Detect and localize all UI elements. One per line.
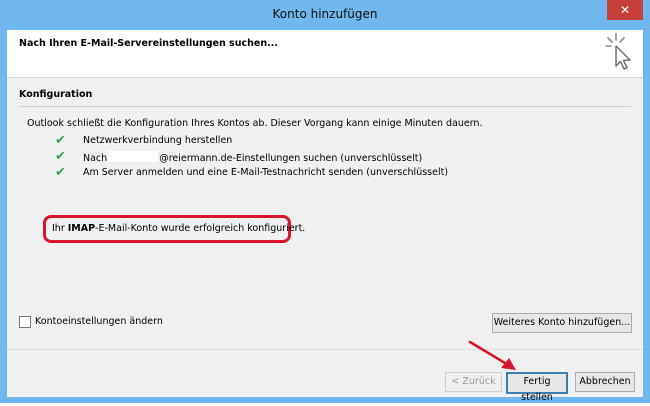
change-settings-checkbox[interactable] <box>19 316 31 328</box>
account-type: IMAP <box>67 223 96 234</box>
step-label-prefix: Nach <box>83 153 108 164</box>
section-title: Konfiguration <box>19 89 93 100</box>
title-bar[interactable]: Konto hinzufügen ✕ <box>0 0 650 30</box>
success-message-highlight: Ihr IMAP-E-Mail-Konto wurde erfolgreich … <box>43 215 305 243</box>
success-prefix: Ihr <box>52 223 68 234</box>
back-button[interactable]: < Zurück <box>445 372 502 392</box>
dialog-header: Nach Ihren E-Mail-Servereinstellungen su… <box>7 30 643 78</box>
dialog-footer: < Zurück Fertig stellen Abbrechen <box>7 349 643 403</box>
step-label-suffix: @reiermann.de-Einstellungen suchen (unve… <box>159 153 423 164</box>
checkmark-icon: ✔ <box>55 133 66 148</box>
step-label: Netzwerkverbindung herstellen <box>83 135 233 146</box>
header-title: Nach Ihren E-Mail-Servereinstellungen su… <box>19 38 278 49</box>
dialog-body: Konfiguration Outlook schließt die Konfi… <box>7 78 643 349</box>
redacted-email-mask <box>108 151 159 162</box>
window-title: Konto hinzufügen <box>272 7 378 21</box>
dialog-window: Konto hinzufügen ✕ Nach Ihren E-Mail-Ser… <box>0 0 650 403</box>
cursor-sparkle-icon <box>605 33 631 70</box>
success-message: Ihr IMAP-E-Mail-Konto wurde erfolgreich … <box>52 223 305 234</box>
checkmark-icon: ✔ <box>55 149 66 164</box>
close-button[interactable]: ✕ <box>607 0 643 20</box>
add-another-account-button[interactable]: Weiteres Konto hinzufügen... <box>492 313 632 333</box>
annotation-arrow-icon <box>468 340 516 370</box>
finish-button[interactable]: Fertig stellen <box>506 372 568 403</box>
step-label: Am Server anmelden und eine E-Mail-Testn… <box>83 167 449 178</box>
intro-text: Outlook schließt die Konfiguration Ihres… <box>27 118 483 129</box>
change-settings-label[interactable]: Kontoeinstellungen ändern <box>35 316 163 327</box>
dialog-client-area: Nach Ihren E-Mail-Servereinstellungen su… <box>7 30 643 403</box>
cancel-button[interactable]: Abbrechen <box>575 372 635 392</box>
success-suffix: -E-Mail-Konto wurde erfolgreich konfigur… <box>95 223 306 234</box>
checkmark-icon: ✔ <box>55 165 66 180</box>
section-divider <box>19 106 631 107</box>
step-label: Nach @reiermann.de-Einstellungen suchen (… <box>83 151 422 164</box>
